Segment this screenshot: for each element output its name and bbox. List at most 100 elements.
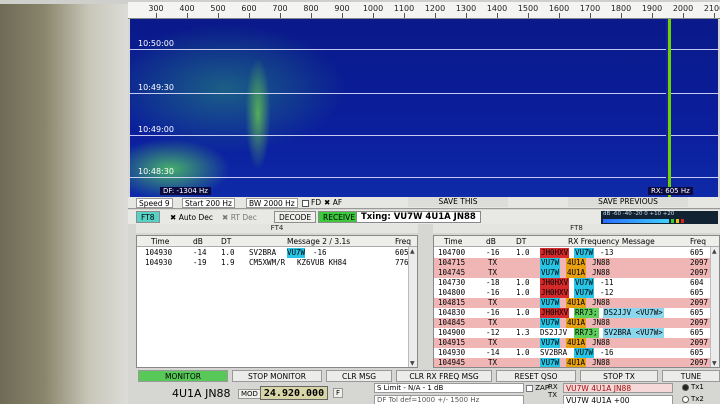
cell-dt: 1.0 bbox=[516, 248, 530, 257]
s-limit-select[interactable]: S Limit - N/A - 1 dB bbox=[374, 383, 524, 393]
rx-frequency-table[interactable]: Time dB DT RX Frequency Message Freq 104… bbox=[433, 235, 720, 368]
start-frequency-select[interactable]: Start 200 Hz bbox=[182, 198, 235, 208]
scroll-up-icon[interactable]: ▲ bbox=[712, 248, 717, 255]
tx2-label: Tx2 bbox=[691, 395, 704, 403]
table-row[interactable]: 104900 -12 1.3 DS2JJV RR73; SV2BRA <VU7W> 605 bbox=[434, 328, 719, 338]
table-row[interactable]: 104815 TX VU7W 4U1A JN88 2097 bbox=[434, 298, 719, 308]
save-previous-button[interactable]: SAVE PREVIOUS bbox=[568, 197, 688, 207]
table-row[interactable]: 104945 TX VU7W 4U1A JN88 2097 bbox=[434, 358, 719, 367]
table-row[interactable]: 104745 TX VU7W 4U1A JN88 2097 bbox=[434, 268, 719, 278]
cell-msg-part: -12 bbox=[600, 288, 614, 297]
f-button[interactable]: F bbox=[333, 388, 344, 398]
tx2-radio[interactable]: Tx2 bbox=[682, 395, 704, 403]
cell-freq: 2097 bbox=[690, 358, 709, 367]
ruler-tick-label: 1500 bbox=[517, 4, 539, 13]
waterfall-time-label: 10:49:00 bbox=[138, 125, 174, 134]
cell-msg-part: VU7W bbox=[540, 268, 561, 278]
rx-message-field[interactable]: VU7W 4U1A JN88 bbox=[563, 383, 673, 393]
cell-db: -14 bbox=[486, 348, 500, 357]
stop-monitor-button[interactable]: STOP MONITOR bbox=[232, 370, 322, 382]
ruler-tick-label: 1800 bbox=[610, 4, 632, 13]
ruler-tick-mark bbox=[404, 13, 405, 18]
ruler-tick-label: 1100 bbox=[393, 4, 415, 13]
table-row[interactable]: 104715 TX VU7W 4U1A JN88 2097 bbox=[434, 258, 719, 268]
table-row[interactable]: 104845 TX VU7W 4U1A JN88 2097 bbox=[434, 318, 719, 328]
cell-msg-report: -16 bbox=[313, 248, 327, 257]
cell-msg-part: JH0HXV bbox=[540, 308, 570, 318]
table-row[interactable]: 104930 -14 1.0 SV2BRA VU7W -16 605 bbox=[434, 348, 719, 358]
receive-button[interactable]: RECEIVE bbox=[318, 211, 361, 223]
cell-msg-part: VU7W bbox=[540, 258, 561, 268]
waterfall-time-label: 10:48:30 bbox=[138, 167, 174, 176]
ruler-tick-mark bbox=[621, 13, 622, 18]
ruler-tick-mark bbox=[528, 13, 529, 18]
table-header: Time dB DT RX Frequency Message Freq bbox=[434, 236, 719, 247]
cell-msg-part: 4U1A bbox=[566, 358, 587, 367]
scroll-up-icon[interactable]: ▲ bbox=[410, 248, 415, 255]
cell-msg-part: 4U1A bbox=[566, 298, 587, 308]
tune-button[interactable]: TUNE bbox=[662, 370, 720, 382]
zap-checkbox[interactable]: ZAP bbox=[526, 384, 549, 392]
clr-rx-freq-msg-button[interactable]: CLR RX FREQ MSG bbox=[396, 370, 492, 382]
speed-select[interactable]: Speed 9 bbox=[136, 198, 173, 208]
cell-msg-part: VU7W bbox=[574, 278, 595, 288]
df-readout: DF: -1304 Hz bbox=[160, 187, 211, 195]
table-row[interactable]: 104930 -19 1.9 CM5XWM/R KZ6VUB KH84 776 bbox=[137, 258, 417, 268]
save-this-button[interactable]: SAVE THIS bbox=[408, 197, 508, 207]
scroll-down-icon[interactable]: ▼ bbox=[712, 360, 717, 367]
rt-dec-checkbox[interactable]: ✖ RT Dec bbox=[222, 213, 257, 222]
cell-freq: 605 bbox=[690, 348, 704, 357]
ruler-tick-mark bbox=[311, 13, 312, 18]
band-activity-table[interactable]: Time dB DT Message 2 / 3.1s Freq 104930 … bbox=[136, 235, 418, 368]
cell-msg-part: RR73; bbox=[574, 308, 599, 318]
frequency-display[interactable]: 24.920.000 bbox=[260, 386, 328, 400]
table-row[interactable]: 104915 TX VU7W 4U1A JN88 2097 bbox=[434, 338, 719, 348]
bandwidth-select[interactable]: BW 2000 Hz bbox=[246, 198, 298, 208]
table-row[interactable]: 104930 -14 1.0 SV2BRA VU7W -16 605 bbox=[137, 248, 417, 258]
fd-checkbox[interactable]: FD bbox=[302, 198, 321, 207]
tx1-radio[interactable]: Tx1 bbox=[682, 383, 704, 391]
cell-dt: 1.0 bbox=[516, 348, 530, 357]
checked-icon: ✖ bbox=[170, 213, 177, 222]
waterfall-time-label: 10:49:30 bbox=[138, 83, 174, 92]
af-label: AF bbox=[332, 198, 343, 207]
right-scrollbar[interactable]: ▲ ▼ bbox=[710, 247, 719, 367]
cell-msg-part: VU7W bbox=[574, 348, 595, 358]
left-scrollbar[interactable]: ▲ ▼ bbox=[408, 247, 417, 367]
ruler-tick-label: 2100 bbox=[703, 4, 720, 13]
col-message: Message 2 / 3.1s bbox=[287, 237, 351, 246]
cell-msg-part: JN88 bbox=[592, 298, 611, 307]
cell-dt: 1.0 bbox=[516, 308, 530, 317]
tx-message-field[interactable]: VU7W 4U1A +00 bbox=[563, 395, 673, 404]
decode-button[interactable]: DECODE bbox=[274, 211, 317, 223]
cell-db: -12 bbox=[486, 328, 500, 337]
monitor-button[interactable]: MONITOR bbox=[138, 370, 228, 382]
zap-label: ZAP bbox=[535, 384, 550, 392]
af-checkbox[interactable]: ✖ AF bbox=[324, 198, 342, 207]
table-row[interactable]: 104800 -16 1.0 JH0HXV VU7W -12 605 bbox=[434, 288, 719, 298]
tx-status: Txing: VU7W 4U1A JN88 bbox=[356, 211, 481, 223]
scroll-down-icon[interactable]: ▼ bbox=[410, 360, 415, 367]
df-tolerance-select[interactable]: DF Tol def=1000 +/- 1500 Hz bbox=[374, 395, 524, 404]
cell-msg-target: VU7W bbox=[287, 248, 306, 258]
table-row[interactable]: 104700 -16 1.0 JH0HXV VU7W -13 605 bbox=[434, 248, 719, 258]
rx-frequency-marker[interactable] bbox=[668, 19, 671, 197]
auto-dec-checkbox[interactable]: ✖ Auto Dec bbox=[170, 213, 213, 222]
mod-button[interactable]: MOD bbox=[238, 389, 261, 399]
cell-freq: 2097 bbox=[690, 268, 709, 277]
reset-qso-button[interactable]: RESET QSO bbox=[496, 370, 576, 382]
cell-msg-part: -13 bbox=[600, 248, 614, 257]
ruler-tick-label: 700 bbox=[272, 4, 288, 13]
table-row[interactable]: 104730 -18 1.0 JH0HXV VU7W -11 604 bbox=[434, 278, 719, 288]
ruler-tick-mark bbox=[466, 13, 467, 18]
cell-tx-flag: TX bbox=[488, 358, 498, 367]
clr-msg-button[interactable]: CLR MSG bbox=[326, 370, 392, 382]
waterfall-controls: Speed 9 Start 200 Hz BW 2000 Hz FD ✖ AF … bbox=[128, 197, 720, 209]
cell-tx-flag: TX bbox=[488, 338, 498, 347]
ft8-mode-button[interactable]: FT8 bbox=[136, 211, 160, 223]
stop-tx-button[interactable]: STOP TX bbox=[580, 370, 658, 382]
waterfall-display[interactable]: 10:50:00 10:49:30 10:49:00 10:48:30 DF: … bbox=[130, 19, 718, 197]
cell-msg-part: DS2JJV <VU7W> bbox=[603, 308, 664, 318]
table-row[interactable]: 104830 -16 1.0 JH0HXV RR73; DS2JJV <VU7W> 605 bbox=[434, 308, 719, 318]
cell-freq: 605 bbox=[690, 308, 704, 317]
